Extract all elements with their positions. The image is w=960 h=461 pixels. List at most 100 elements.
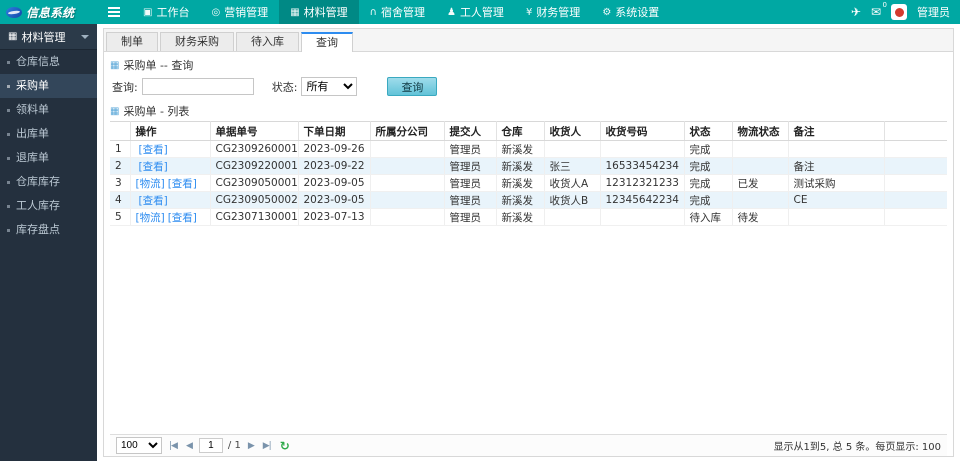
col-actions: 操作 bbox=[130, 121, 211, 141]
sidebar-item-warehouse-stock[interactable]: 仓库库存 bbox=[0, 170, 97, 194]
tab-query[interactable]: 查询 bbox=[301, 32, 353, 52]
receiver-cell: 张三 bbox=[544, 157, 601, 175]
tab-finance-purchase[interactable]: 财务采购 bbox=[160, 32, 234, 51]
view-link[interactable]: [查看] bbox=[168, 212, 197, 224]
bullet-icon bbox=[7, 109, 10, 112]
row-index: 3 bbox=[110, 174, 131, 192]
next-page-icon[interactable]: ▶ bbox=[246, 441, 256, 451]
actions-cell: [查看] bbox=[130, 140, 211, 158]
filler-cell bbox=[884, 191, 947, 209]
menu-item-label: 工人管理 bbox=[459, 6, 504, 19]
logistics-link[interactable]: [物流] bbox=[136, 212, 165, 224]
tab-pending-inbound[interactable]: 待入库 bbox=[236, 32, 299, 51]
logistics-link[interactable]: [物流] bbox=[136, 178, 165, 190]
sidebar-item-worker-stock[interactable]: 工人库存 bbox=[0, 194, 97, 218]
col-order-no: 单据单号 bbox=[210, 121, 299, 141]
menu-item-workbench[interactable]: ▣ 工作台 bbox=[132, 0, 200, 24]
menu-item-label: 财务管理 bbox=[536, 6, 581, 19]
panel-grid-icon: ▦ bbox=[110, 59, 120, 71]
page-size-select[interactable]: 100 bbox=[116, 437, 162, 454]
view-link[interactable]: [查看] bbox=[139, 161, 168, 173]
phone-cell: 16533454234 bbox=[600, 157, 685, 175]
badge-count: 0 bbox=[882, 1, 887, 9]
menu-item-finance[interactable]: ¥ 财务管理 bbox=[515, 0, 591, 24]
panel-grid-icon: ▦ bbox=[110, 105, 120, 117]
warehouse-cell: 新溪发 bbox=[496, 191, 545, 209]
prev-page-icon[interactable]: ◀ bbox=[184, 441, 194, 451]
view-link[interactable]: [查看] bbox=[168, 178, 197, 190]
query-button[interactable]: 查询 bbox=[387, 77, 438, 96]
menu-item-workers[interactable]: ♟ 工人管理 bbox=[436, 0, 515, 24]
username-label[interactable]: 管理员 bbox=[917, 4, 950, 20]
order-date-cell: 2023-09-05 bbox=[298, 174, 371, 192]
menu-item-label: 营销管理 bbox=[224, 6, 269, 19]
order-no-cell: CG2309050002 bbox=[210, 191, 299, 209]
sidebar-header-materials[interactable]: ▦ 材料管理 bbox=[0, 24, 97, 50]
last-page-icon[interactable]: ▶| bbox=[261, 441, 273, 451]
phone-cell bbox=[600, 208, 685, 226]
sidebar-item-outbound-order[interactable]: 出库单 bbox=[0, 122, 97, 146]
sidebar-item-label: 库存盘点 bbox=[16, 223, 60, 236]
first-page-icon[interactable]: |◀ bbox=[167, 441, 179, 451]
sidebar-item-stocktake[interactable]: 库存盘点 bbox=[0, 218, 97, 242]
menu-item-label: 材料管理 bbox=[303, 6, 348, 19]
table-row[interactable]: 1 [查看] CG2309260001 2023-09-26 管理员 新溪发 完… bbox=[110, 140, 947, 158]
order-date-cell: 2023-09-26 bbox=[298, 140, 371, 158]
table-row[interactable]: 2 [查看] CG2309220001 2023-09-22 管理员 新溪发 张… bbox=[110, 157, 947, 175]
col-remark: 备注 bbox=[788, 121, 885, 141]
search-input[interactable] bbox=[141, 78, 254, 95]
refresh-icon[interactable]: ↻ bbox=[280, 439, 290, 453]
top-navbar: 信息系统 ▣ 工作台 ◎ 营销管理 ▦ 材料管理 ∩ 宿舍管理 ♟ 工人管理 ¥… bbox=[0, 0, 960, 24]
sidebar-item-requisition[interactable]: 领料单 bbox=[0, 98, 97, 122]
table-row[interactable]: 3 [物流] [查看] CG2309050001 2023-09-05 管理员 新… bbox=[110, 174, 947, 192]
sidebar-item-label: 退库单 bbox=[16, 151, 49, 164]
filler-cell bbox=[884, 174, 947, 192]
tab-bar: 制单 财务采购 待入库 查询 bbox=[104, 29, 953, 52]
branch-cell bbox=[370, 208, 445, 226]
sidebar-item-purchase-order[interactable]: 采购单 bbox=[0, 74, 97, 98]
sidebar-item-label: 工人库存 bbox=[16, 199, 60, 212]
status-cell: 完成 bbox=[684, 140, 733, 158]
tab-create-order[interactable]: 制单 bbox=[106, 32, 158, 51]
purchase-order-table: 操作 单据单号 下单日期 所属分公司 提交人 仓库 收货人 收货号码 状态 物流… bbox=[110, 121, 947, 226]
sidebar: ▦ 材料管理 仓库信息 采购单 领料单 出库单 退库单 仓库库存 工人库存 库存… bbox=[0, 24, 97, 461]
menu-toggle-icon[interactable] bbox=[100, 7, 128, 17]
status-select[interactable]: 所有 bbox=[301, 77, 358, 96]
menu-item-marketing[interactable]: ◎ 营销管理 bbox=[200, 0, 279, 24]
query-form: 查询: 状态: 所有 查询 bbox=[112, 77, 947, 96]
main-menu: ▣ 工作台 ◎ 营销管理 ▦ 材料管理 ∩ 宿舍管理 ♟ 工人管理 ¥ 财务管理… bbox=[132, 0, 670, 24]
sidebar-item-return-order[interactable]: 退库单 bbox=[0, 146, 97, 170]
bullet-icon bbox=[7, 205, 10, 208]
receiver-cell: 收货人A bbox=[544, 174, 601, 192]
menu-item-settings[interactable]: ⚙ 系统设置 bbox=[591, 0, 670, 24]
page-number-input[interactable] bbox=[198, 438, 223, 453]
menu-item-dormitory[interactable]: ∩ 宿舍管理 bbox=[359, 0, 436, 24]
marketing-icon: ◎ bbox=[211, 6, 221, 18]
bullet-icon bbox=[7, 157, 10, 160]
user-avatar[interactable] bbox=[891, 4, 907, 20]
table-row[interactable]: 4 [查看] CG2309050002 2023-09-05 管理员 新溪发 收… bbox=[110, 191, 947, 209]
actions-cell: [查看] bbox=[130, 157, 211, 175]
view-link[interactable]: [查看] bbox=[139, 144, 168, 156]
sidebar-item-warehouse-info[interactable]: 仓库信息 bbox=[0, 50, 97, 74]
submitter-cell: 管理员 bbox=[444, 191, 497, 209]
submitter-cell: 管理员 bbox=[444, 157, 497, 175]
col-submitter: 提交人 bbox=[444, 121, 497, 141]
sidebar-item-label: 采购单 bbox=[16, 79, 49, 92]
order-no-cell: CG2307130001 bbox=[210, 208, 299, 226]
table-row[interactable]: 5 [物流] [查看] CG2307130001 2023-07-13 管理员 新… bbox=[110, 208, 947, 226]
logistics-status-cell bbox=[732, 157, 789, 175]
grid-icon: ▦ bbox=[8, 31, 18, 42]
view-link[interactable]: [查看] bbox=[139, 195, 168, 207]
table-header-row: 操作 单据单号 下单日期 所属分公司 提交人 仓库 收货人 收货号码 状态 物流… bbox=[110, 121, 947, 141]
status-label: 状态: bbox=[271, 80, 298, 94]
search-label: 查询: bbox=[112, 80, 138, 94]
send-icon[interactable]: ✈ bbox=[851, 5, 861, 19]
col-phone: 收货号码 bbox=[600, 121, 685, 141]
message-icon[interactable]: ✉ 0 bbox=[871, 1, 887, 19]
warehouse-cell: 新溪发 bbox=[496, 140, 545, 158]
menu-item-materials[interactable]: ▦ 材料管理 bbox=[279, 0, 359, 24]
bullet-icon bbox=[7, 229, 10, 232]
actions-cell: [物流] [查看] bbox=[130, 174, 211, 192]
